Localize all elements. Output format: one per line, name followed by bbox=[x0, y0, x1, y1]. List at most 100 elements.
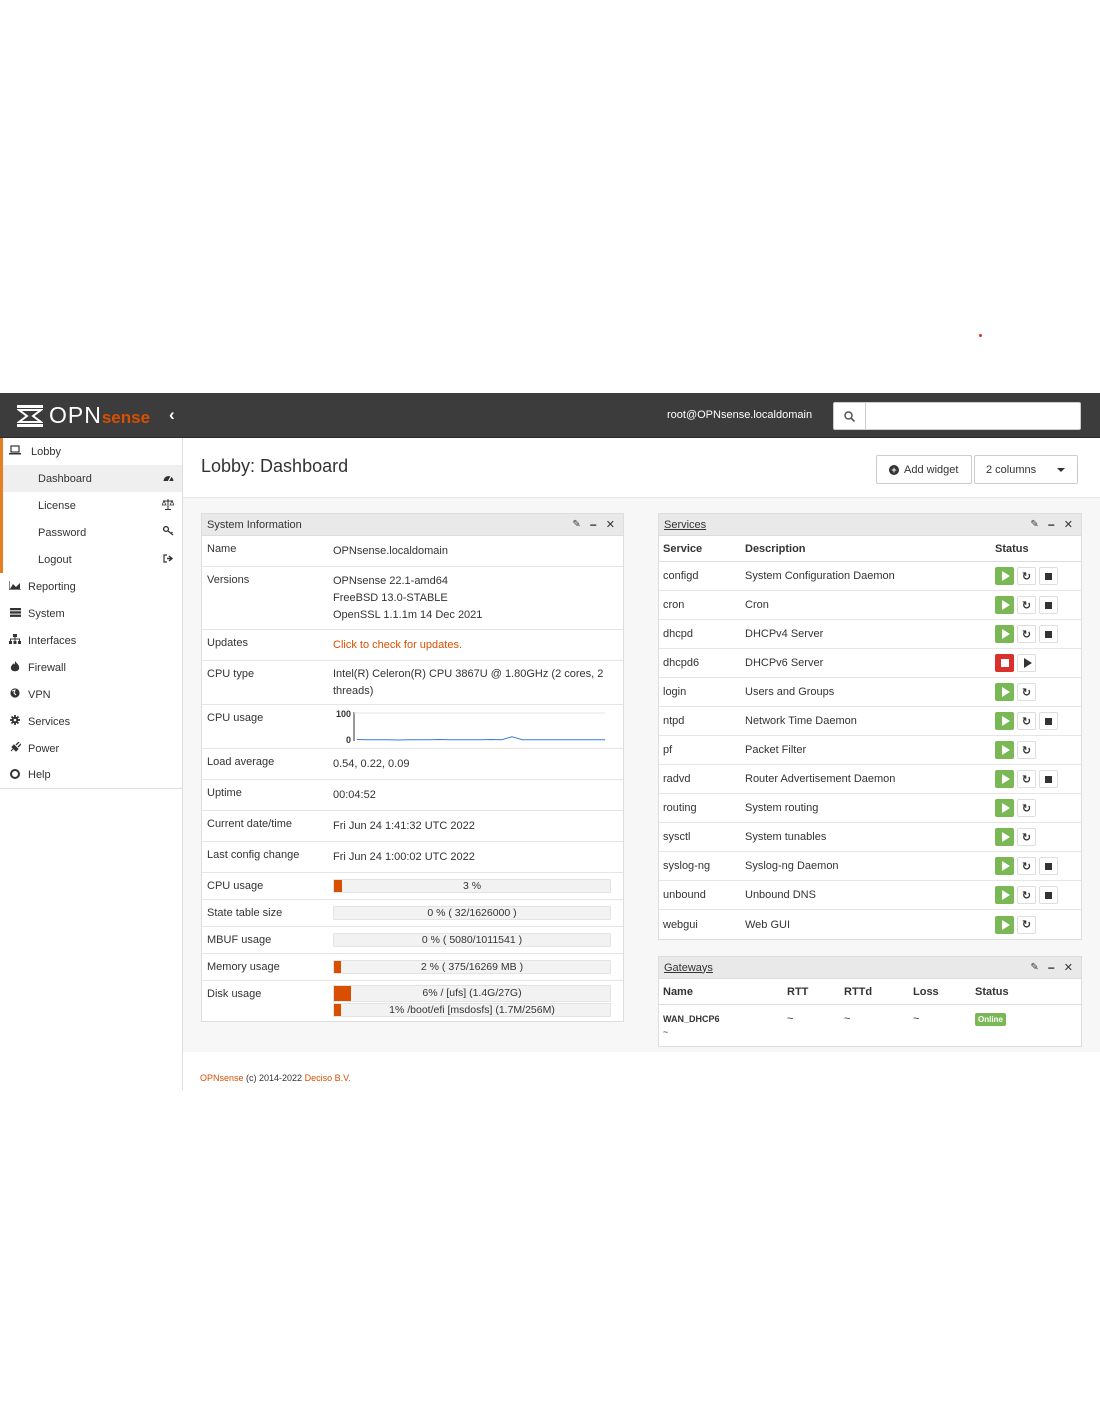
row-label: Memory usage bbox=[207, 961, 280, 973]
service-description: Network Time Daemon bbox=[745, 715, 857, 727]
restart-button[interactable]: ↻ bbox=[1017, 828, 1036, 846]
minimize-icon[interactable]: − bbox=[1048, 961, 1055, 975]
columns-label: 2 columns bbox=[986, 463, 1037, 476]
row-label: MBUF usage bbox=[207, 934, 272, 946]
pencil-icon[interactable]: ✎ bbox=[572, 519, 580, 530]
row-label: Versions bbox=[207, 574, 250, 586]
minimize-icon[interactable]: − bbox=[1048, 518, 1055, 532]
gateways-title-link[interactable]: Gateways bbox=[664, 962, 713, 974]
stop-button[interactable] bbox=[1039, 596, 1058, 614]
close-icon[interactable]: ✕ bbox=[1064, 961, 1073, 974]
sidebar-item-services[interactable]: Services bbox=[0, 708, 182, 735]
sidebar-item-reporting[interactable]: Reporting bbox=[0, 573, 182, 600]
restart-button[interactable]: ↻ bbox=[1017, 567, 1036, 585]
logo-text-accent: sense bbox=[101, 407, 151, 427]
user-menu[interactable]: root@OPNsense.localdomain bbox=[667, 409, 812, 421]
minimize-icon[interactable]: − bbox=[590, 518, 597, 532]
restart-button[interactable]: ↻ bbox=[1017, 857, 1036, 875]
sidebar-item-firewall[interactable]: Firewall bbox=[0, 654, 182, 681]
stop-icon bbox=[1045, 862, 1052, 870]
sidebar-label-vpn: VPN bbox=[28, 688, 51, 701]
restart-button[interactable]: ↻ bbox=[1017, 886, 1036, 904]
play-icon bbox=[1001, 803, 1010, 813]
table-row: Name OPNsense.localdomain bbox=[202, 536, 623, 567]
footer-brand-link[interactable]: OPNsense bbox=[200, 1073, 244, 1083]
sidebar: Lobby Dashboard License Password Logout bbox=[0, 438, 183, 1090]
sidebar-item-help[interactable]: Help bbox=[0, 762, 182, 789]
service-stopped-icon bbox=[995, 654, 1014, 672]
sidebar-item-power[interactable]: Power bbox=[0, 735, 182, 762]
restart-button[interactable]: ↻ bbox=[1017, 770, 1036, 788]
restart-button[interactable]: ↻ bbox=[1017, 683, 1036, 701]
sidebar-item-interfaces[interactable]: Interfaces bbox=[0, 627, 182, 654]
opnsense-logo[interactable]: OPNsense bbox=[17, 403, 151, 428]
memory-bar: 2 % ( 375/16269 MB ) bbox=[333, 960, 611, 974]
columns-dropdown[interactable]: 2 columns bbox=[974, 455, 1078, 484]
row-label: Name bbox=[207, 543, 237, 555]
close-icon[interactable]: ✕ bbox=[1064, 518, 1073, 531]
sign-out-icon bbox=[163, 553, 174, 566]
widget-header[interactable]: Gateways ✎ − ✕ bbox=[659, 957, 1081, 979]
service-running-icon bbox=[995, 567, 1014, 585]
restart-button[interactable]: ↻ bbox=[1017, 799, 1036, 817]
disk-efi-bar: 1% /boot/efi [msdosfs] (1.7M/256M) bbox=[333, 1003, 611, 1017]
row-value: 0.54, 0.22, 0.09 bbox=[333, 758, 410, 770]
table-row: unbound Unbound DNS ↻ bbox=[659, 881, 1081, 910]
stop-button[interactable] bbox=[1039, 770, 1058, 788]
col-header-description: Description bbox=[745, 542, 806, 555]
search-icon[interactable] bbox=[833, 402, 866, 430]
stop-button[interactable] bbox=[1039, 857, 1058, 875]
restart-button[interactable]: ↻ bbox=[1017, 712, 1036, 730]
sidebar-item-lobby[interactable]: Lobby bbox=[3, 438, 182, 465]
stop-button[interactable] bbox=[1039, 625, 1058, 643]
refresh-icon: ↻ bbox=[1021, 919, 1032, 931]
footer-company-link[interactable]: Deciso B.V. bbox=[305, 1073, 351, 1083]
row-label: Uptime bbox=[207, 787, 242, 799]
close-icon[interactable]: ✕ bbox=[606, 518, 615, 531]
restart-button[interactable]: ↻ bbox=[1017, 596, 1036, 614]
service-description: Web GUI bbox=[745, 918, 791, 931]
pencil-icon[interactable]: ✎ bbox=[1030, 962, 1038, 973]
sidebar-label-password: Password bbox=[38, 526, 87, 539]
service-status-cell: ↻ bbox=[995, 799, 1081, 817]
gateway-loss: ~ bbox=[913, 1013, 920, 1025]
disk-efi-fill bbox=[334, 1004, 341, 1016]
stop-button[interactable] bbox=[1039, 886, 1058, 904]
sidebar-item-password[interactable]: Password bbox=[3, 519, 182, 546]
sidebar-item-system[interactable]: System bbox=[0, 600, 182, 627]
services-title-link[interactable]: Services bbox=[664, 519, 706, 531]
restart-button[interactable]: ↻ bbox=[1017, 741, 1036, 759]
sidebar-item-license[interactable]: License bbox=[3, 492, 182, 519]
service-description: Users and Groups bbox=[745, 686, 835, 698]
service-name: configd bbox=[663, 570, 699, 582]
add-widget-button[interactable]: + Add widget bbox=[876, 455, 972, 484]
row-label: Load average bbox=[207, 756, 275, 768]
restart-button[interactable]: ↻ bbox=[1017, 915, 1036, 934]
service-running-icon bbox=[995, 915, 1014, 934]
widget-header[interactable]: Services ✎ − ✕ bbox=[659, 514, 1081, 536]
sidebar-item-logout[interactable]: Logout bbox=[3, 546, 182, 573]
chevron-left-icon[interactable]: ‹ bbox=[169, 406, 183, 424]
services-widget: Services ✎ − ✕ Service Description Statu… bbox=[658, 513, 1082, 940]
pencil-icon[interactable]: ✎ bbox=[1030, 519, 1038, 530]
service-running-icon bbox=[995, 712, 1014, 730]
service-status-cell: ↻ bbox=[995, 828, 1081, 846]
memory-text: 2 % ( 375/16269 MB ) bbox=[420, 961, 524, 973]
stop-button[interactable] bbox=[1039, 567, 1058, 585]
sidebar-item-dashboard[interactable]: Dashboard bbox=[3, 465, 182, 492]
service-name: pf bbox=[663, 744, 673, 756]
search-input[interactable] bbox=[866, 402, 1081, 430]
services-table-header: Service Description Status bbox=[659, 536, 1081, 562]
cpu-graph-min-label: 0 bbox=[346, 735, 351, 745]
check-updates-link[interactable]: Click to check for updates. bbox=[328, 630, 623, 660]
sidebar-item-vpn[interactable]: VPN bbox=[0, 681, 182, 708]
widget-header[interactable]: System Information ✎ − ✕ bbox=[202, 514, 623, 536]
start-button[interactable] bbox=[1017, 654, 1036, 672]
cpu-usage-bar: 3 % bbox=[333, 879, 611, 893]
play-icon bbox=[1001, 629, 1010, 639]
row-value: 2 % ( 375/16269 MB ) bbox=[328, 954, 623, 980]
col-header-rtt: RTT bbox=[787, 985, 809, 998]
table-row: sysctl System tunables ↻ bbox=[659, 823, 1081, 852]
restart-button[interactable]: ↻ bbox=[1017, 625, 1036, 643]
stop-button[interactable] bbox=[1039, 712, 1058, 730]
